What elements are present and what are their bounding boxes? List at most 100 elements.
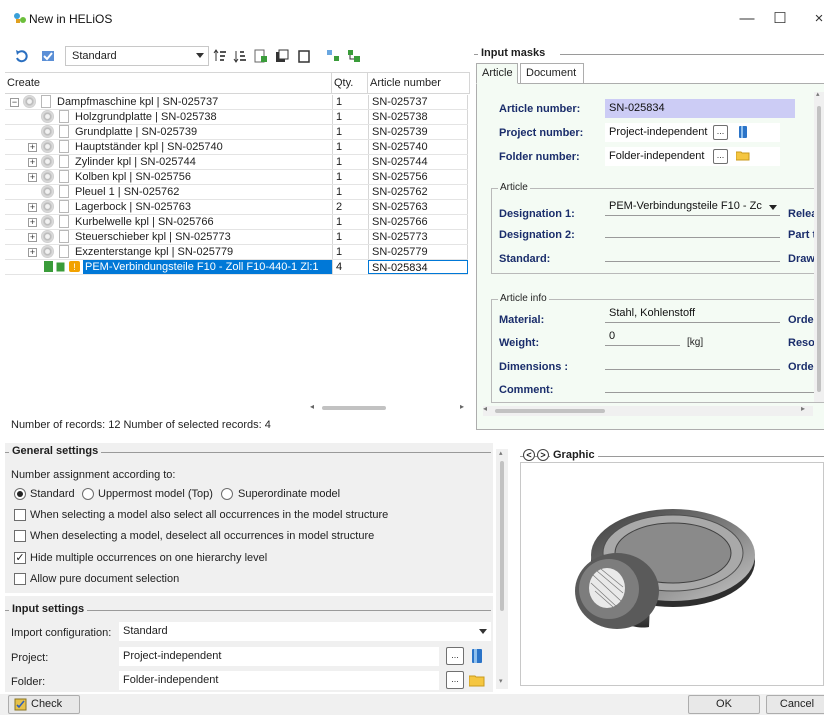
tree-row-name-cell[interactable]: + Kurbelwelle kpl | SN-025766 [5, 215, 332, 229]
checkbox-hide-multiple-occurrences[interactable]: ✓ [14, 552, 26, 564]
radio-standard[interactable] [14, 488, 26, 500]
minimize-button[interactable]: — [732, 8, 762, 30]
designation1-field[interactable]: PEM-Verbindungsteile F10 - Zc [605, 197, 780, 216]
model-select[interactable]: Standard [65, 46, 209, 66]
tree-row[interactable]: + Kolben kpl | SN-025756 1 SN-025756 [5, 170, 470, 185]
scroll-thumb[interactable] [495, 409, 605, 413]
folder-browse-button[interactable]: ... [446, 671, 464, 689]
mask-vertical-scrollbar[interactable]: ▴ [814, 91, 824, 402]
designation1-dropdown-icon[interactable] [769, 205, 777, 210]
expand-toggle[interactable]: + [28, 203, 37, 212]
settings-vertical-scrollbar[interactable]: ▴ ▾ [496, 449, 508, 689]
radio-uppermost-model[interactable] [82, 488, 94, 500]
refresh-icon[interactable] [15, 49, 29, 63]
checkbox-allow-pure-document[interactable] [14, 573, 26, 585]
checkbox-select-all-occurrences-label[interactable]: When selecting a model also select all o… [30, 509, 388, 521]
sort-down-icon[interactable] [233, 49, 247, 63]
checkbox-hide-multiple-occurrences-label[interactable]: Hide multiple occurrences on one hierarc… [30, 552, 267, 564]
checkbox-deselect-all-occurrences-label[interactable]: When deselecting a model, deselect all o… [30, 530, 374, 542]
check-button[interactable]: Check [8, 695, 80, 714]
tree-row[interactable]: + Steuerschieber kpl | SN-025773 1 SN-02577… [5, 230, 470, 245]
material-field[interactable]: Stahl, Kohlenstoff [605, 304, 780, 323]
radio-standard-label[interactable]: Standard [30, 488, 75, 500]
tree-row-name-cell[interactable]: Pleuel 1 | SN-025762 [5, 185, 332, 199]
tree-row-name-cell[interactable]: ! PEM-Verbindungsteile F10 - Zoll F10-440… [5, 260, 332, 274]
tree-row[interactable]: + Exzenterstange kpl | SN-025779 1 SN-02577… [5, 245, 470, 260]
tree-row[interactable]: Holzgrundplatte | SN-025738 1 SN-025738 [5, 110, 470, 125]
project-number-field[interactable]: Project-independent [605, 123, 780, 142]
tree-row-name-cell[interactable]: − Dampfmaschine kpl | SN-025737 [5, 95, 332, 109]
project-browse-button[interactable]: ... [446, 647, 464, 665]
radio-superordinate-label[interactable]: Superordinate model [238, 488, 340, 500]
scroll-thumb[interactable] [500, 461, 504, 611]
import-configuration-select[interactable]: Standard [119, 622, 491, 641]
tree-row[interactable]: − Dampfmaschine kpl | SN-025737 1 SN-025737 [5, 95, 470, 110]
folder-number-field[interactable]: Folder-independent [605, 147, 780, 166]
comment-field[interactable] [605, 374, 824, 393]
folder-icon[interactable] [469, 674, 485, 687]
folder-field[interactable]: Folder-independent [119, 671, 439, 690]
tree-row[interactable]: + Lagerbock | SN-025763 2 SN-025763 [5, 200, 470, 215]
tree-row-name-cell[interactable]: + Zylinder kpl | SN-025744 [5, 155, 332, 169]
tree-row-name-cell[interactable]: + Exzenterstange kpl | SN-025779 [5, 245, 332, 259]
expand-toggle[interactable]: + [28, 248, 37, 257]
tree-row[interactable]: + Kurbelwelle kpl | SN-025766 1 SN-025766 [5, 215, 470, 230]
folder-browse-button[interactable]: ... [713, 149, 728, 164]
project-book-icon[interactable] [471, 648, 483, 664]
tree-row-name-cell[interactable]: Grundplatte | SN-025739 [5, 125, 332, 139]
article-number-field[interactable]: SN-025834 [605, 99, 795, 118]
scroll-thumb[interactable] [322, 406, 386, 410]
cancel-button[interactable]: Cancel [766, 695, 824, 714]
project-browse-button[interactable]: ... [713, 125, 728, 140]
close-button[interactable]: × [804, 8, 824, 30]
mask-horizontal-scrollbar[interactable]: ◂ ▸ [483, 404, 813, 416]
ok-button[interactable]: OK [688, 695, 760, 714]
designation2-field[interactable] [605, 219, 780, 238]
tab-document[interactable]: Document [520, 63, 584, 84]
expand-toggle[interactable]: + [28, 233, 37, 242]
tree-horizontal-scrollbar[interactable]: ◂ ▸ [310, 402, 470, 414]
tree-row-name-cell[interactable]: Holzgrundplatte | SN-025738 [5, 110, 332, 124]
project-field[interactable]: Project-independent [119, 647, 439, 666]
tree-row-name-cell[interactable]: + Steuerschieber kpl | SN-025773 [5, 230, 332, 244]
tree-row-name-cell[interactable]: + Hauptständer kpl | SN-025740 [5, 140, 332, 154]
expand-toggle[interactable]: + [28, 143, 37, 152]
copy-icon[interactable] [275, 49, 289, 63]
column-header-create[interactable]: Create [5, 73, 332, 94]
tree-row[interactable]: + Hauptständer kpl | SN-025740 1 SN-025740 [5, 140, 470, 155]
weight-field[interactable]: 0 [605, 327, 680, 346]
tree-row[interactable]: Grundplatte | SN-025739 1 SN-025739 [5, 125, 470, 140]
column-header-article-number[interactable]: Article number [368, 73, 470, 94]
apply-icon[interactable] [41, 49, 55, 63]
paste-icon[interactable] [297, 49, 311, 63]
graphic-previous-button[interactable]: < [523, 449, 535, 461]
radio-superordinate-model[interactable] [221, 488, 233, 500]
expand-toggle[interactable]: + [28, 173, 37, 182]
column-header-qty[interactable]: Qty. [332, 73, 368, 94]
expand-toggle[interactable]: + [28, 158, 37, 167]
tree-row-name-cell[interactable]: + Lagerbock | SN-025763 [5, 200, 332, 214]
tree-row[interactable]: ! PEM-Verbindungsteile F10 - Zoll F10-440… [5, 260, 470, 275]
checkbox-select-all-occurrences[interactable] [14, 509, 26, 521]
tab-article[interactable]: Article [476, 63, 518, 84]
tree-row[interactable]: + Zylinder kpl | SN-025744 1 SN-025744 [5, 155, 470, 170]
tree-row[interactable]: Pleuel 1 | SN-025762 1 SN-025762 [5, 185, 470, 200]
maximize-button[interactable]: ☐ [765, 8, 795, 30]
dimensions-field[interactable] [605, 351, 780, 370]
add-document-icon[interactable] [254, 49, 268, 63]
standard-field[interactable] [605, 243, 780, 262]
tree-row-label: Holzgrundplatte | SN-025738 [75, 111, 217, 123]
expand-toggle[interactable]: + [28, 218, 37, 227]
expand-icon[interactable] [326, 49, 340, 63]
graphic-next-button[interactable]: > [537, 449, 549, 461]
folder-icon[interactable] [736, 150, 750, 161]
sort-up-icon[interactable] [213, 49, 227, 63]
checkbox-deselect-all-occurrences[interactable] [14, 530, 26, 542]
checkbox-allow-pure-document-label[interactable]: Allow pure document selection [30, 573, 179, 585]
radio-uppermost-label[interactable]: Uppermost model (Top) [98, 488, 213, 500]
collapse-icon[interactable] [347, 49, 361, 63]
scroll-thumb[interactable] [817, 106, 821, 392]
collapse-toggle[interactable]: − [10, 98, 19, 107]
tree-row-name-cell[interactable]: + Kolben kpl | SN-025756 [5, 170, 332, 184]
project-book-icon[interactable] [738, 125, 748, 139]
